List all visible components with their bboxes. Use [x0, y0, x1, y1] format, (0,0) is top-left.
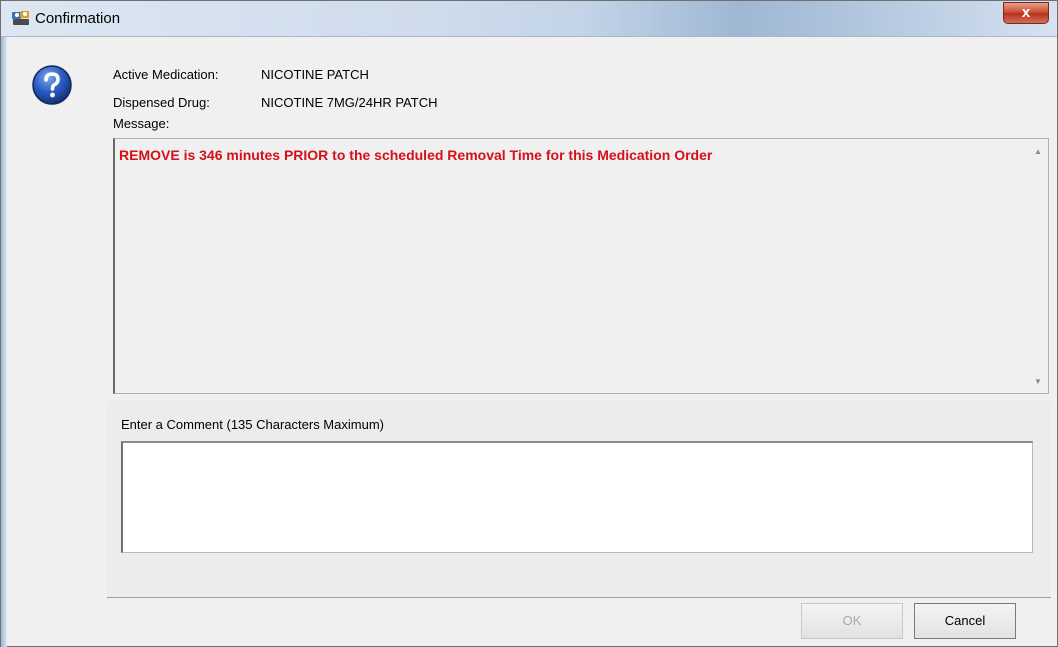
- close-button[interactable]: x: [1003, 2, 1049, 24]
- active-medication-label: Active Medication:: [113, 67, 219, 82]
- cancel-button[interactable]: Cancel: [914, 603, 1016, 639]
- message-text: REMOVE is 346 minutes PRIOR to the sched…: [119, 147, 713, 163]
- comment-input[interactable]: [121, 441, 1033, 553]
- message-scrollbar[interactable]: ▲ ▼: [1028, 139, 1048, 393]
- question-icon: [32, 65, 72, 105]
- down-arrow-icon[interactable]: ▼: [1033, 377, 1043, 387]
- dispensed-drug-label: Dispensed Drug:: [113, 95, 210, 110]
- window-left-edge: [1, 37, 7, 647]
- message-label: Message:: [113, 116, 170, 131]
- active-medication-value: NICOTINE PATCH: [261, 67, 369, 82]
- cancel-button-label: Cancel: [944, 613, 986, 628]
- up-arrow-icon[interactable]: ▲: [1033, 147, 1043, 157]
- title-bar[interactable]: Confirmation x: [1, 1, 1057, 37]
- ok-button-label: OK: [842, 613, 862, 628]
- close-icon: x: [1021, 4, 1031, 21]
- ok-button[interactable]: OK: [801, 603, 903, 639]
- confirmation-dialog: Confirmation x Active Medication: NICOTI…: [0, 0, 1058, 647]
- window-title: Confirmation: [35, 10, 121, 27]
- dispensed-drug-value: NICOTINE 7MG/24HR PATCH: [261, 95, 438, 110]
- users-icon: [12, 11, 29, 25]
- comment-label: Enter a Comment (135 Characters Maximum): [121, 417, 384, 432]
- comment-panel: Enter a Comment (135 Characters Maximum): [107, 401, 1051, 598]
- message-box[interactable]: REMOVE is 346 minutes PRIOR to the sched…: [113, 138, 1049, 394]
